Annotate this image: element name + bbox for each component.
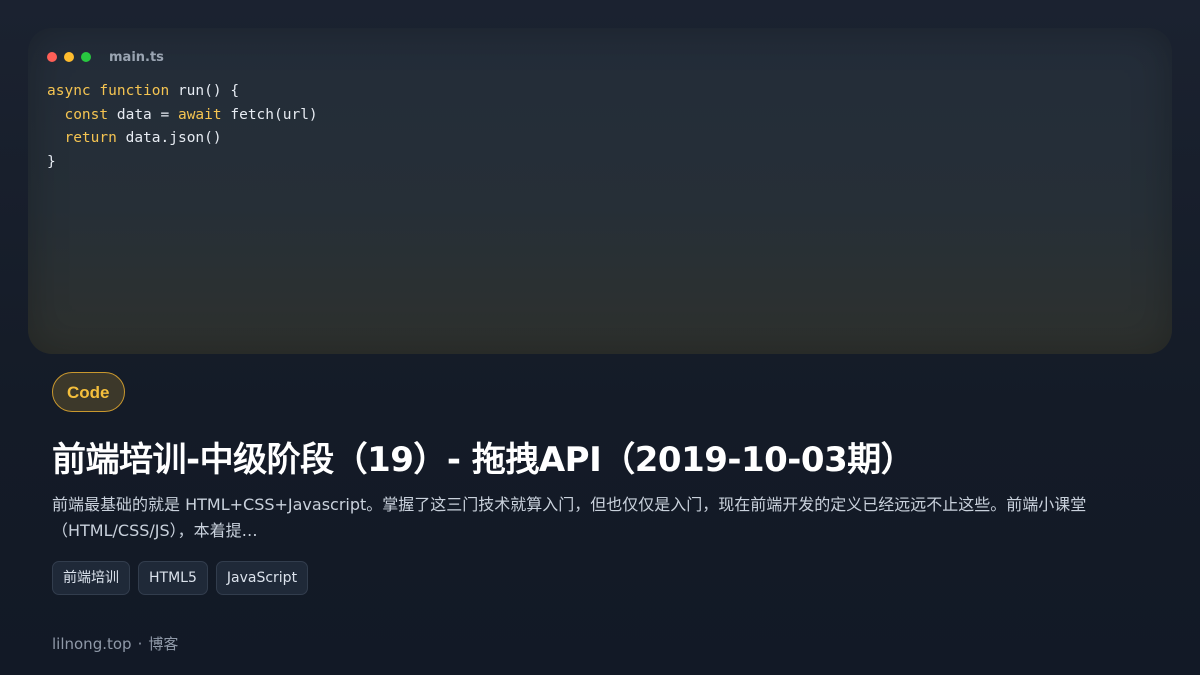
- code-line-3: return data.json(): [47, 127, 318, 151]
- code-line-4: }: [47, 151, 318, 175]
- code-keyword: async function: [47, 83, 170, 99]
- tag-html5[interactable]: HTML5: [138, 561, 208, 595]
- tag-frontend-training[interactable]: 前端培训: [52, 561, 130, 595]
- code-keyword: const: [64, 106, 109, 123]
- footer-separator: ·: [137, 635, 143, 653]
- code-text: fetch(url): [221, 106, 318, 123]
- code-text: }: [47, 153, 56, 170]
- code-keyword: return: [64, 130, 117, 146]
- section-name[interactable]: 博客: [148, 635, 178, 653]
- article-title[interactable]: 前端培训-中级阶段（19）- 拖拽API（2019-10-03期）: [52, 432, 915, 481]
- tag-javascript[interactable]: JavaScript: [215, 561, 309, 595]
- site-name[interactable]: lilnong.top: [52, 635, 132, 653]
- footer: lilnong.top · 博客: [52, 633, 178, 654]
- code-keyword: await: [177, 106, 222, 123]
- code-line-1: async function run() {: [47, 80, 318, 104]
- close-window-dot-icon: [47, 52, 57, 62]
- code-line-2: const data = await fetch(url): [47, 104, 318, 128]
- minimize-window-dot-icon: [64, 52, 74, 62]
- maximize-window-dot-icon: [81, 52, 91, 62]
- code-card: main.ts async function run() { const dat…: [28, 28, 1172, 354]
- tag-list: 前端培训 HTML5 JavaScript: [52, 561, 309, 595]
- code-text: data.json(): [116, 130, 222, 146]
- window-bar: main.ts: [47, 49, 164, 65]
- article-description: 前端最基础的就是 HTML+CSS+Javascript。掌握了这三门技术就算入…: [52, 495, 1087, 540]
- code-text: data =: [108, 106, 178, 123]
- category-badge[interactable]: Code: [52, 372, 125, 412]
- code-text: run() {: [169, 83, 240, 99]
- code-block: async function run() { const data = awai…: [47, 80, 318, 174]
- code-filename: main.ts: [109, 49, 164, 65]
